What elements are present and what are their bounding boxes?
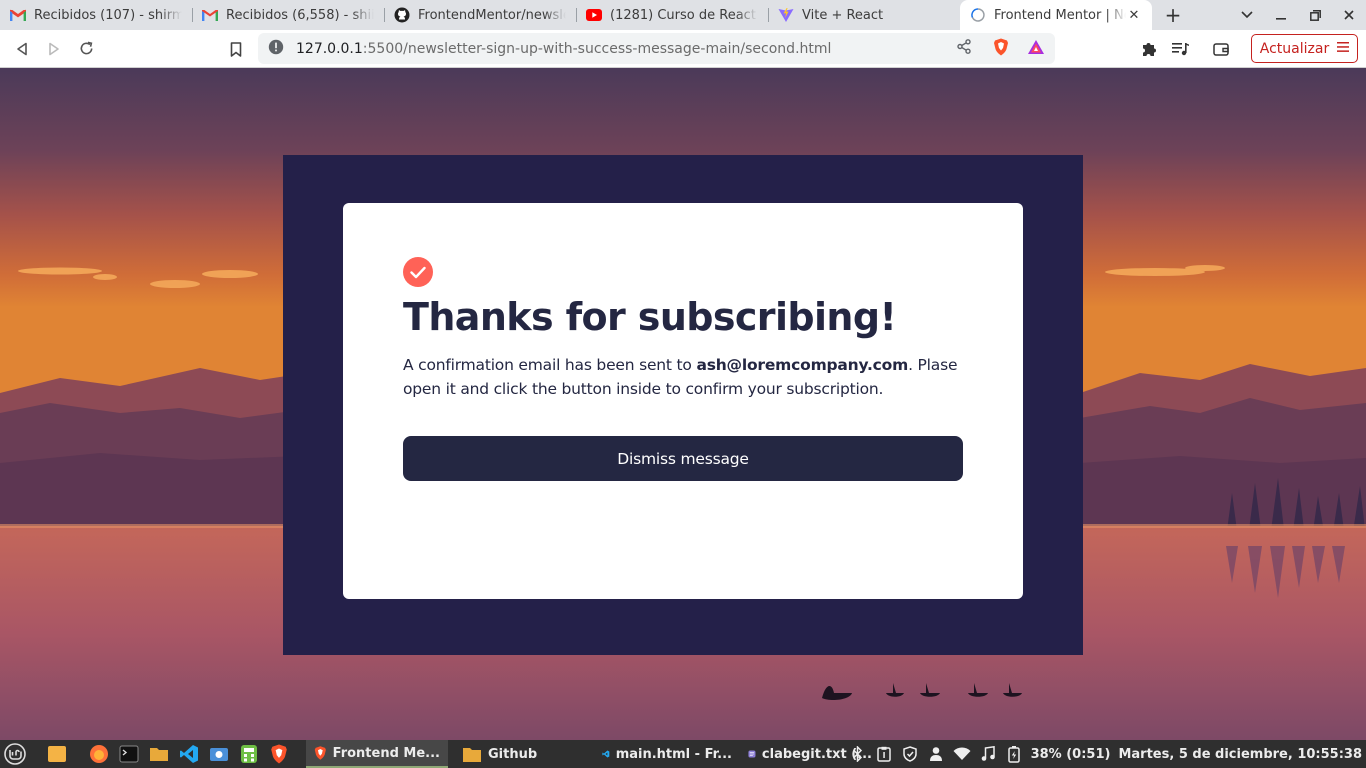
wifi-icon[interactable] xyxy=(953,740,971,768)
tab-title: (1281) Curso de React [202 xyxy=(610,7,758,23)
message-text-start: A confirmation email has been sent to xyxy=(403,356,697,374)
clipboard-icon[interactable] xyxy=(875,740,893,768)
restore-icon[interactable] xyxy=(1298,0,1332,30)
vite-icon xyxy=(778,7,794,23)
calculator-launcher-icon[interactable] xyxy=(234,740,264,768)
tab-gmail-1[interactable]: Recibidos (107) - shirmoc.t xyxy=(0,0,192,30)
success-card: Thanks for subscribing! A confirmation e… xyxy=(343,203,1023,599)
battery-charging-icon[interactable] xyxy=(1005,740,1023,768)
update-label: Actualizar xyxy=(1259,40,1330,57)
forward-button[interactable] xyxy=(38,33,70,65)
reload-button[interactable] xyxy=(70,33,102,65)
brave-icon xyxy=(314,746,326,760)
github-icon xyxy=(394,7,410,23)
show-desktop-icon[interactable] xyxy=(42,740,72,768)
tab-gmail-2[interactable]: Recibidos (6,558) - shiirleys xyxy=(192,0,384,30)
success-check-icon xyxy=(403,257,433,287)
clock[interactable]: Martes, 5 de diciembre, 10:55:38 xyxy=(1118,747,1362,762)
window-controls xyxy=(1230,0,1366,30)
youtube-icon xyxy=(586,7,602,23)
forward-icon xyxy=(49,42,59,55)
tab-github[interactable]: FrontendMentor/newslette xyxy=(384,0,576,30)
address-bar[interactable]: 127.0.0.1:5500/newsletter-sign-up-with-s… xyxy=(258,33,1055,64)
playlist-icon xyxy=(1172,43,1189,56)
files-launcher-icon[interactable] xyxy=(144,740,174,768)
tab-title: Frontend Mentor | New xyxy=(994,7,1126,23)
tab-title: Vite + React xyxy=(802,7,884,23)
back-icon xyxy=(17,42,27,55)
music-icon[interactable] xyxy=(979,740,997,768)
minimize-icon[interactable] xyxy=(1264,0,1298,30)
taskbar-task-github-folder[interactable]: Github xyxy=(454,740,594,768)
success-frame: Thanks for subscribing! A confirmation e… xyxy=(283,155,1083,655)
gmail-icon xyxy=(202,7,218,23)
close-tab-icon[interactable]: ✕ xyxy=(1126,8,1142,23)
tab-title: Recibidos (107) - shirmoc.t xyxy=(34,7,182,23)
url-text[interactable]: 127.0.0.1:5500/newsletter-sign-up-with-s… xyxy=(296,41,957,57)
media-button[interactable] xyxy=(1165,33,1197,65)
site-info-icon[interactable] xyxy=(268,39,284,59)
brave-rewards-icon[interactable] xyxy=(1027,39,1045,59)
browser-tab-strip: Recibidos (107) - shirmoc.t Recibidos (6… xyxy=(0,0,1366,30)
bookmark-button[interactable] xyxy=(220,33,252,65)
battery-status[interactable]: 38% (0:51) xyxy=(1031,747,1111,762)
security-shield-icon[interactable] xyxy=(901,740,919,768)
page-viewport: Thanks for subscribing! A confirmation e… xyxy=(0,68,1366,740)
browser-toolbar: 127.0.0.1:5500/newsletter-sign-up-with-s… xyxy=(0,30,1366,68)
os-taskbar: Frontend Me... Github main.html - Fr... … xyxy=(0,740,1366,768)
folder-icon xyxy=(463,747,481,762)
gmail-icon xyxy=(10,7,26,23)
tab-search-chevron-icon[interactable] xyxy=(1230,0,1264,30)
taskbar-task-vscode[interactable]: main.html - Fr... xyxy=(594,740,740,768)
extensions-button[interactable] xyxy=(1133,33,1165,65)
text-editor-icon xyxy=(748,750,756,758)
user-icon[interactable] xyxy=(927,740,945,768)
email-address: ash@loremcompany.com xyxy=(696,356,909,374)
back-button[interactable] xyxy=(6,33,38,65)
task-label: main.html - Fr... xyxy=(615,746,732,762)
tab-vite[interactable]: Vite + React xyxy=(768,0,960,30)
url-path: :5500/newsletter-sign-up-with-success-me… xyxy=(362,40,832,57)
new-tab-icon[interactable]: + xyxy=(1160,0,1186,30)
bluetooth-icon[interactable] xyxy=(849,740,867,768)
url-host: 127.0.0.1 xyxy=(296,40,363,57)
tab-title: FrontendMentor/newslette xyxy=(418,7,566,23)
system-tray: 38% (0:51) Martes, 5 de diciembre, 10:55… xyxy=(849,740,1362,768)
puzzle-icon xyxy=(1143,43,1156,56)
mint-menu-icon[interactable] xyxy=(0,740,30,768)
wallet-icon xyxy=(1213,43,1229,56)
screenshot-launcher-icon[interactable] xyxy=(204,740,234,768)
page-title: Thanks for subscribing! xyxy=(403,295,897,339)
firefox-launcher-icon[interactable] xyxy=(84,740,114,768)
taskbar-task-brave[interactable]: Frontend Me... xyxy=(306,740,448,768)
vscode-icon xyxy=(602,750,610,758)
tab-title: Recibidos (6,558) - shiirleys xyxy=(226,7,374,23)
loading-icon xyxy=(970,7,986,23)
task-label: Frontend Me... xyxy=(332,745,440,761)
tab-frontend-mentor[interactable]: Frontend Mentor | New ✕ xyxy=(960,0,1152,30)
terminal-launcher-icon[interactable] xyxy=(114,740,144,768)
share-icon[interactable] xyxy=(957,39,971,58)
close-window-icon[interactable] xyxy=(1332,0,1366,30)
menu-icon xyxy=(1337,41,1350,57)
reload-icon xyxy=(80,41,92,55)
brave-launcher-icon[interactable] xyxy=(264,740,294,768)
task-label: Github xyxy=(488,746,538,762)
brave-shields-icon[interactable] xyxy=(993,38,1009,60)
vscode-launcher-icon[interactable] xyxy=(174,740,204,768)
wallet-button[interactable] xyxy=(1205,33,1237,65)
dismiss-message-button[interactable]: Dismiss message xyxy=(403,436,963,481)
bookmark-icon xyxy=(230,41,242,57)
update-button[interactable]: Actualizar xyxy=(1251,34,1358,63)
confirmation-message: A confirmation email has been sent to as… xyxy=(403,353,969,401)
tab-youtube[interactable]: (1281) Curso de React [202 xyxy=(576,0,768,30)
